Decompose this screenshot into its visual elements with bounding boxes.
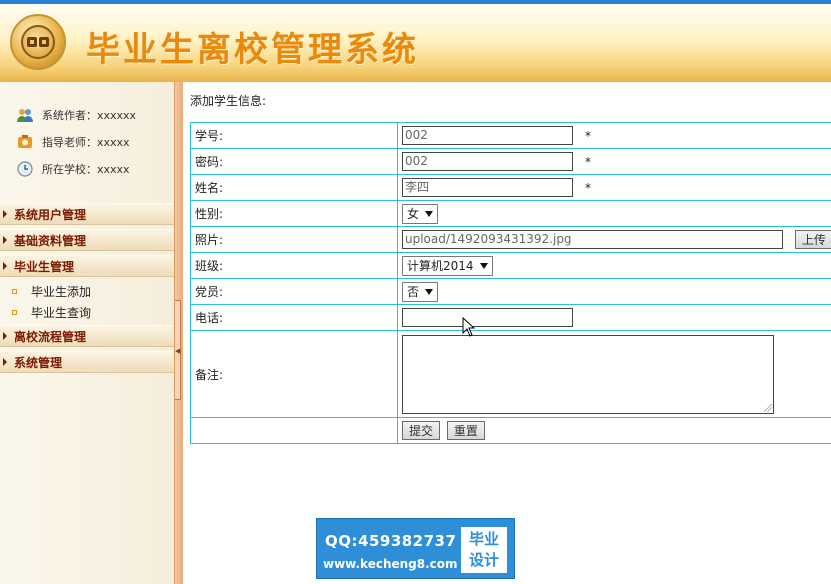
menu-system-users-label: 系统用户管理 <box>14 207 87 222</box>
form-cell: 提交 重置 <box>397 417 831 444</box>
sidebar-item-label: 毕业生添加 <box>31 284 92 299</box>
upload-button[interactable]: 上传 <box>794 230 831 249</box>
form-cell: 否 <box>397 278 831 305</box>
bullet-icon <box>12 309 17 315</box>
info-school: 所在学校：xxxxx <box>16 160 130 178</box>
form-row: 班级: 计算机2014 <box>190 252 831 279</box>
app-header: 毕业生离校管理系统 <box>0 0 831 82</box>
sidebar-item-add-graduate[interactable]: 毕业生添加 <box>12 281 91 301</box>
menu-basic-data[interactable]: 基础资料管理 <box>0 229 174 251</box>
menu-basic-data-label: 基础资料管理 <box>14 233 87 248</box>
menu-system-users[interactable]: 系统用户管理 <box>0 203 174 225</box>
arrow-right-icon <box>3 262 7 270</box>
class-select[interactable]: 计算机2014 <box>402 255 493 276</box>
users-icon <box>16 107 34 123</box>
form-row: 密码: 002 * <box>190 148 831 175</box>
student-id-input[interactable]: 002 <box>402 126 573 145</box>
phone-label: 电话: <box>190 304 398 331</box>
class-select-value: 计算机2014 <box>407 259 474 273</box>
info-author-text: 系统作者：xxxxxx <box>42 109 137 122</box>
password-input[interactable]: 002 <box>402 152 573 171</box>
chevron-down-icon <box>425 210 434 217</box>
menu-system-management[interactable]: 系统管理 <box>0 351 174 373</box>
gender-select-value: 女 <box>407 207 420 221</box>
info-teacher-text: 指导老师：xxxxx <box>42 136 130 149</box>
menu-leaving-process-label: 离校流程管理 <box>14 329 87 344</box>
gender-label: 性别: <box>190 200 398 227</box>
remark-label: 备注: <box>190 330 398 418</box>
required-mark: * <box>585 154 591 169</box>
menu-graduates-label: 毕业生管理 <box>14 259 75 274</box>
password-label: 密码: <box>190 148 398 175</box>
party-member-select-value: 否 <box>407 285 420 299</box>
arrow-right-icon <box>3 358 7 366</box>
mouse-cursor-icon <box>462 317 476 337</box>
form-row: 学号: 002 * <box>190 122 831 149</box>
form-row: 姓名: 李四 * <box>190 174 831 201</box>
submit-button[interactable]: 提交 <box>402 421 441 440</box>
bullet-icon <box>12 288 17 294</box>
watermark-banner: QQ:459382737 www.kecheng8.com 毕业 设计 <box>316 518 515 579</box>
gender-select[interactable]: 女 <box>402 203 439 224</box>
remark-textarea[interactable] <box>402 334 774 414</box>
chevron-down-icon <box>479 262 488 269</box>
form-cell: 计算机2014 <box>397 252 831 279</box>
form-cell: 002 * <box>397 122 831 149</box>
form-cell: upload/1492093431392.jpg 上传 <box>397 226 831 253</box>
sidebar-collapse-handle[interactable]: ◀ <box>175 300 181 400</box>
info-author: 系统作者：xxxxxx <box>16 106 136 124</box>
app-title: 毕业生离校管理系统 <box>86 30 419 70</box>
info-school-text: 所在学校：xxxxx <box>42 163 130 176</box>
required-mark: * <box>585 128 591 143</box>
empty-cell <box>190 417 398 444</box>
form-cell: 女 <box>397 200 831 227</box>
form-cell: 002 * <box>397 148 831 175</box>
watermark-qq: QQ:459382737 <box>325 532 457 550</box>
photo-label: 照片: <box>190 226 398 253</box>
name-label: 姓名: <box>190 174 398 201</box>
form-cell <box>397 330 831 418</box>
form-cell: 李四 * <box>397 174 831 201</box>
info-teacher: 指导老师：xxxxx <box>16 133 130 151</box>
teacher-icon <box>16 134 34 150</box>
arrow-right-icon <box>3 210 7 218</box>
sidebar-item-label: 毕业生查询 <box>31 305 92 320</box>
class-label: 班级: <box>190 252 398 279</box>
student-form: 学号: 002 * 密码: 002 * 姓名: 李四 * 性别: 女 照片: u… <box>190 122 831 444</box>
name-input[interactable]: 李四 <box>402 178 573 197</box>
form-row: 性别: 女 <box>190 200 831 227</box>
form-row: 党员: 否 <box>190 278 831 305</box>
photo-path-input[interactable]: upload/1492093431392.jpg <box>402 230 783 249</box>
reset-button[interactable]: 重置 <box>446 421 485 440</box>
form-heading: 添加学生信息: <box>190 94 267 108</box>
arrow-right-icon <box>3 236 7 244</box>
menu-system-management-label: 系统管理 <box>14 355 63 370</box>
menu-leaving-process[interactable]: 离校流程管理 <box>0 325 174 347</box>
watermark-badge-line2: 设计 <box>468 551 499 569</box>
party-member-select[interactable]: 否 <box>402 281 439 302</box>
student-id-label: 学号: <box>190 122 398 149</box>
party-member-label: 党员: <box>190 278 398 305</box>
watermark-badge: 毕业 设计 <box>461 527 507 573</box>
form-row: 照片: upload/1492093431392.jpg 上传 <box>190 226 831 253</box>
watermark-url: www.kecheng8.com <box>323 557 458 571</box>
sidebar-item-query-graduate[interactable]: 毕业生查询 <box>12 302 91 322</box>
form-row: 提交 重置 <box>190 417 831 444</box>
watermark-badge-line1: 毕业 <box>468 530 499 548</box>
arrow-right-icon <box>3 332 7 340</box>
main-content: 添加学生信息: 学号: 002 * 密码: 002 * 姓名: 李四 * 性别: 女 <box>183 82 831 584</box>
resize-grip-icon[interactable] <box>764 403 772 412</box>
clock-icon <box>16 161 34 177</box>
chevron-down-icon <box>425 288 434 295</box>
form-row: 电话: <box>190 304 831 331</box>
form-row: 备注: <box>190 330 831 418</box>
logo-icon <box>10 14 66 70</box>
menu-graduates[interactable]: 毕业生管理 <box>0 255 174 277</box>
phone-input[interactable] <box>402 308 573 327</box>
collapse-arrow-icon: ◀ <box>175 347 181 355</box>
required-mark: * <box>585 180 591 195</box>
